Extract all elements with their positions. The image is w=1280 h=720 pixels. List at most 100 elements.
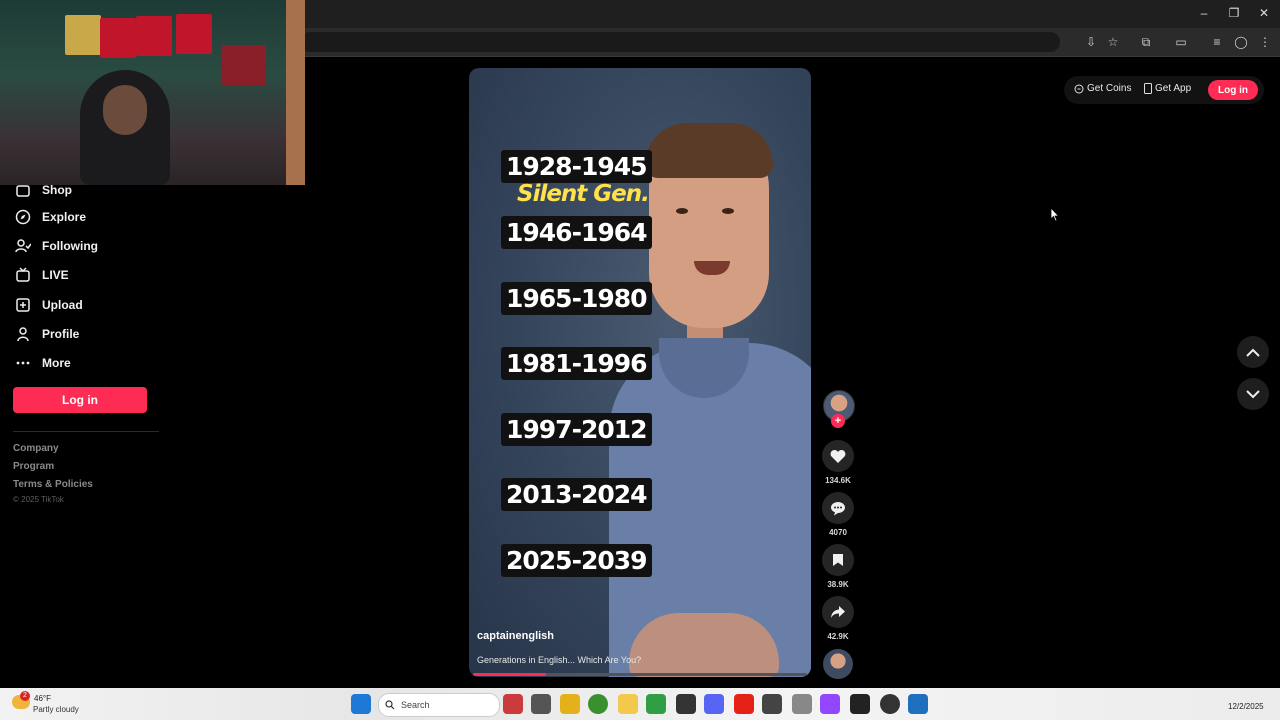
chevron-up-icon bbox=[1246, 348, 1260, 357]
taskbar-date[interactable]: 12/2/2025 bbox=[1228, 702, 1264, 711]
music-disc-avatar[interactable] bbox=[823, 649, 853, 679]
video-author[interactable]: captainenglish bbox=[477, 630, 554, 642]
youtube-icon[interactable] bbox=[734, 694, 754, 714]
wall-jersey bbox=[222, 45, 266, 85]
video-progress-bar[interactable] bbox=[473, 673, 807, 676]
search-icon bbox=[385, 700, 395, 710]
like-count: 134.6K bbox=[825, 476, 851, 485]
footer-link-company[interactable]: Company bbox=[13, 443, 59, 454]
sidebar-item-upload[interactable]: Upload bbox=[13, 293, 83, 317]
previous-video-button[interactable] bbox=[1237, 336, 1269, 368]
year-range-label: 2025-2039 bbox=[501, 544, 652, 577]
account-icon[interactable]: ◯ bbox=[1234, 35, 1248, 49]
app-icon[interactable] bbox=[646, 694, 666, 714]
video-caption: Generations in English... Which Are You? bbox=[477, 655, 642, 665]
start-windows-icon[interactable] bbox=[351, 694, 371, 714]
chrome-icon[interactable] bbox=[588, 694, 608, 714]
restore-icon[interactable]: ❐ bbox=[1224, 6, 1244, 20]
sidebar-item-following[interactable]: Following bbox=[13, 234, 98, 258]
sidebar-item-label: Explore bbox=[42, 210, 87, 224]
follow-plus-icon[interactable]: + bbox=[831, 414, 845, 428]
room-door bbox=[286, 0, 305, 185]
header-login-button[interactable]: Log in bbox=[1208, 80, 1258, 100]
app-icon[interactable] bbox=[704, 694, 724, 714]
phone-icon bbox=[1144, 83, 1152, 94]
wall-jersey bbox=[100, 18, 136, 58]
sidebar-item-shop[interactable]: Shop bbox=[13, 178, 72, 202]
profile-icon bbox=[13, 324, 33, 344]
app-icon[interactable] bbox=[880, 694, 900, 714]
file-explorer-icon[interactable] bbox=[618, 694, 638, 714]
video-player[interactable]: 1928-1945 Silent Gen. 1946-1964 1965-198… bbox=[469, 68, 811, 677]
year-range-label: 1981-1996 bbox=[501, 347, 652, 380]
wall-jersey bbox=[65, 15, 101, 55]
more-icon bbox=[13, 353, 33, 373]
wall-jersey bbox=[136, 16, 172, 56]
chevron-down-icon bbox=[1246, 389, 1260, 398]
app-icon[interactable] bbox=[531, 694, 551, 714]
streamer-face bbox=[103, 85, 147, 135]
following-icon bbox=[13, 236, 33, 256]
video-progress-fill bbox=[473, 673, 547, 676]
weather-temperature[interactable]: 46°F bbox=[34, 694, 51, 703]
sidebar-item-label: Profile bbox=[42, 327, 80, 341]
media-controls-icon[interactable]: ≡ bbox=[1210, 35, 1224, 49]
share-button[interactable] bbox=[822, 596, 854, 628]
side-panel-icon[interactable]: ▭ bbox=[1174, 35, 1188, 49]
close-icon[interactable]: ✕ bbox=[1254, 6, 1274, 20]
compass-icon bbox=[13, 207, 33, 227]
get-app-link[interactable]: Get App bbox=[1144, 83, 1191, 94]
sidebar-item-live[interactable]: LIVE bbox=[13, 263, 69, 287]
app-icon[interactable] bbox=[762, 694, 782, 714]
sidebar-item-label: LIVE bbox=[42, 268, 69, 282]
install-app-icon[interactable]: ⇩ bbox=[1084, 35, 1098, 49]
weather-description[interactable]: Partly cloudy bbox=[33, 705, 79, 714]
app-icon[interactable] bbox=[908, 694, 928, 714]
sidebar-item-label: More bbox=[42, 356, 71, 370]
footer-link-terms[interactable]: Terms & Policies bbox=[13, 479, 93, 490]
sidebar-login-button[interactable]: Log in bbox=[13, 387, 147, 413]
notification-badge: 2 bbox=[20, 691, 30, 701]
year-range-label: 1965-1980 bbox=[501, 282, 652, 315]
app-icon[interactable] bbox=[503, 694, 523, 714]
presenter-eye bbox=[722, 208, 734, 214]
kebab-menu-icon[interactable]: ⋮ bbox=[1258, 35, 1272, 49]
address-bar[interactable] bbox=[300, 32, 1060, 52]
sidebar-item-label: Following bbox=[42, 239, 98, 253]
minimize-icon[interactable]: – bbox=[1194, 6, 1214, 20]
app-icon[interactable] bbox=[792, 694, 812, 714]
coin-icon bbox=[1074, 84, 1084, 93]
presenter-hands bbox=[629, 613, 779, 677]
footer-link-program[interactable]: Program bbox=[13, 461, 54, 472]
presenter-hair bbox=[645, 123, 773, 178]
comment-button[interactable] bbox=[822, 492, 854, 524]
next-video-button[interactable] bbox=[1237, 378, 1269, 410]
get-coins-label: Get Coins bbox=[1087, 83, 1132, 94]
year-range-label: 2013-2024 bbox=[501, 478, 652, 511]
webcam-overlay bbox=[0, 0, 305, 185]
save-count: 38.9K bbox=[827, 580, 849, 589]
copyright-text: © 2025 TikTok bbox=[13, 495, 64, 504]
year-range-label: 1928-1945 bbox=[501, 150, 652, 183]
live-icon bbox=[13, 265, 33, 285]
sidebar-item-more[interactable]: More bbox=[13, 351, 71, 375]
get-coins-link[interactable]: Get Coins bbox=[1074, 83, 1131, 94]
like-button[interactable] bbox=[822, 440, 854, 472]
mouse-cursor-icon bbox=[1050, 206, 1060, 227]
sidebar-item-explore[interactable]: Explore bbox=[13, 205, 86, 229]
extensions-icon[interactable]: ⧉ bbox=[1139, 35, 1153, 49]
windows-taskbar: 2 46°F Partly cloudy Search 12/2/2025 bbox=[0, 688, 1280, 720]
bookmark-icon bbox=[833, 554, 843, 566]
app-icon[interactable] bbox=[560, 694, 580, 714]
app-icon[interactable] bbox=[676, 694, 696, 714]
comment-count: 4070 bbox=[829, 528, 847, 537]
get-app-label: Get App bbox=[1155, 83, 1192, 94]
sidebar-item-profile[interactable]: Profile bbox=[13, 322, 79, 346]
save-button[interactable] bbox=[822, 544, 854, 576]
app-icon[interactable] bbox=[850, 694, 870, 714]
taskbar-search[interactable]: Search bbox=[378, 693, 500, 717]
twitch-icon[interactable] bbox=[820, 694, 840, 714]
share-count: 42.9K bbox=[827, 632, 849, 641]
bookmark-star-icon[interactable]: ☆ bbox=[1106, 35, 1120, 49]
search-placeholder: Search bbox=[401, 700, 430, 710]
